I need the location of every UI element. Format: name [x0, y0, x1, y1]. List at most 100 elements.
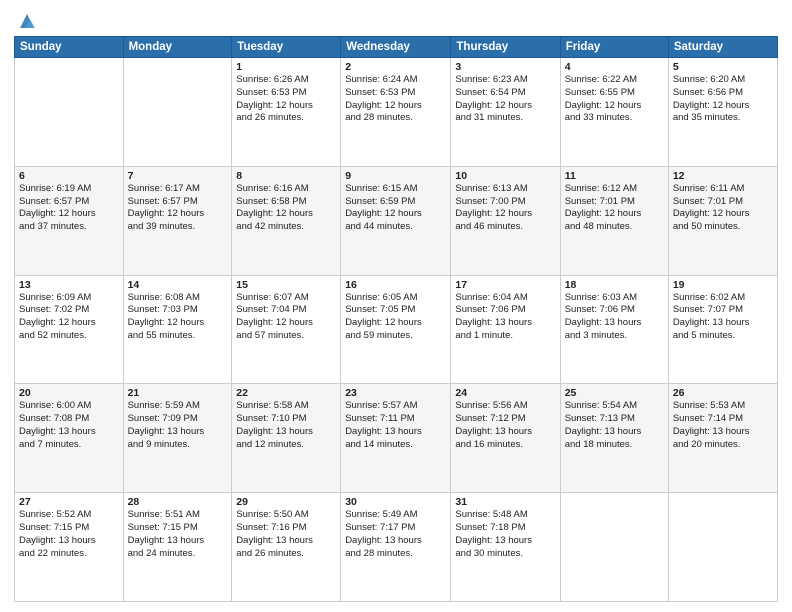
day-number: 15	[236, 279, 336, 291]
calendar-cell: 21Sunrise: 5:59 AMSunset: 7:09 PMDayligh…	[123, 384, 232, 493]
calendar-cell: 10Sunrise: 6:13 AMSunset: 7:00 PMDayligh…	[451, 166, 560, 275]
day-info-line: Daylight: 12 hours	[19, 317, 119, 330]
calendar-cell: 24Sunrise: 5:56 AMSunset: 7:12 PMDayligh…	[451, 384, 560, 493]
day-info-line: Daylight: 12 hours	[345, 317, 446, 330]
day-number: 28	[128, 496, 228, 508]
day-info-line: and 7 minutes.	[19, 439, 119, 452]
day-info-line: Sunset: 7:18 PM	[455, 522, 555, 535]
day-info-line: Sunset: 7:13 PM	[565, 413, 664, 426]
calendar-cell: 20Sunrise: 6:00 AMSunset: 7:08 PMDayligh…	[15, 384, 124, 493]
day-info-line: Sunset: 7:10 PM	[236, 413, 336, 426]
day-info-line: Sunset: 7:17 PM	[345, 522, 446, 535]
day-info-line: Daylight: 12 hours	[236, 317, 336, 330]
day-info-line: Sunrise: 6:22 AM	[565, 74, 664, 87]
day-number: 6	[19, 170, 119, 182]
day-info-line: Daylight: 13 hours	[345, 426, 446, 439]
day-info-line: Sunrise: 5:48 AM	[455, 509, 555, 522]
weekday-tuesday: Tuesday	[232, 37, 341, 58]
day-info-line: Daylight: 13 hours	[19, 426, 119, 439]
day-info-line: and 28 minutes.	[345, 548, 446, 561]
calendar-cell: 28Sunrise: 5:51 AMSunset: 7:15 PMDayligh…	[123, 493, 232, 602]
calendar-cell: 8Sunrise: 6:16 AMSunset: 6:58 PMDaylight…	[232, 166, 341, 275]
calendar-cell: 6Sunrise: 6:19 AMSunset: 6:57 PMDaylight…	[15, 166, 124, 275]
calendar-cell: 18Sunrise: 6:03 AMSunset: 7:06 PMDayligh…	[560, 275, 668, 384]
day-number: 8	[236, 170, 336, 182]
day-info-line: Sunrise: 6:26 AM	[236, 74, 336, 87]
day-info-line: Daylight: 12 hours	[565, 100, 664, 113]
day-info-line: Daylight: 13 hours	[128, 535, 228, 548]
day-number: 13	[19, 279, 119, 291]
header	[14, 10, 778, 32]
day-info-line: Sunrise: 6:20 AM	[673, 74, 773, 87]
day-info-line: Sunset: 7:06 PM	[565, 304, 664, 317]
week-row-2: 6Sunrise: 6:19 AMSunset: 6:57 PMDaylight…	[15, 166, 778, 275]
day-info-line: Daylight: 13 hours	[565, 317, 664, 330]
calendar-cell: 29Sunrise: 5:50 AMSunset: 7:16 PMDayligh…	[232, 493, 341, 602]
day-info-line: and 9 minutes.	[128, 439, 228, 452]
calendar-cell: 14Sunrise: 6:08 AMSunset: 7:03 PMDayligh…	[123, 275, 232, 384]
day-info-line: Sunrise: 6:00 AM	[19, 400, 119, 413]
day-info-line: Sunset: 7:01 PM	[565, 196, 664, 209]
day-info-line: and 55 minutes.	[128, 330, 228, 343]
day-info-line: and 14 minutes.	[345, 439, 446, 452]
weekday-sunday: Sunday	[15, 37, 124, 58]
day-info-line: Sunrise: 5:49 AM	[345, 509, 446, 522]
day-info-line: Daylight: 12 hours	[345, 208, 446, 221]
week-row-4: 20Sunrise: 6:00 AMSunset: 7:08 PMDayligh…	[15, 384, 778, 493]
day-info-line: Daylight: 12 hours	[128, 208, 228, 221]
day-info-line: Sunset: 6:56 PM	[673, 87, 773, 100]
day-number: 2	[345, 61, 446, 73]
calendar-table: SundayMondayTuesdayWednesdayThursdayFrid…	[14, 36, 778, 602]
day-info-line: Sunrise: 6:08 AM	[128, 292, 228, 305]
calendar-cell: 4Sunrise: 6:22 AMSunset: 6:55 PMDaylight…	[560, 58, 668, 167]
day-info-line: and 42 minutes.	[236, 221, 336, 234]
day-number: 5	[673, 61, 773, 73]
day-number: 18	[565, 279, 664, 291]
day-number: 29	[236, 496, 336, 508]
calendar-cell	[560, 493, 668, 602]
day-info-line: Sunset: 7:11 PM	[345, 413, 446, 426]
day-info-line: and 46 minutes.	[455, 221, 555, 234]
day-info-line: Sunrise: 5:51 AM	[128, 509, 228, 522]
calendar-cell	[123, 58, 232, 167]
day-info-line: Sunset: 7:06 PM	[455, 304, 555, 317]
calendar-cell: 1Sunrise: 6:26 AMSunset: 6:53 PMDaylight…	[232, 58, 341, 167]
day-number: 4	[565, 61, 664, 73]
day-info-line: Sunset: 6:57 PM	[128, 196, 228, 209]
day-info-line: Sunrise: 5:59 AM	[128, 400, 228, 413]
day-info-line: Daylight: 12 hours	[673, 100, 773, 113]
calendar-cell: 5Sunrise: 6:20 AMSunset: 6:56 PMDaylight…	[668, 58, 777, 167]
day-info-line: Daylight: 12 hours	[673, 208, 773, 221]
day-info-line: Daylight: 12 hours	[128, 317, 228, 330]
day-info-line: Sunrise: 6:13 AM	[455, 183, 555, 196]
day-info-line: Sunrise: 6:19 AM	[19, 183, 119, 196]
day-info-line: Sunset: 6:55 PM	[565, 87, 664, 100]
day-number: 27	[19, 496, 119, 508]
day-info-line: Sunset: 6:54 PM	[455, 87, 555, 100]
day-info-line: Sunrise: 6:09 AM	[19, 292, 119, 305]
week-row-5: 27Sunrise: 5:52 AM Sunset: 7:15 PMDayligh…	[15, 493, 778, 602]
calendar-cell: 16Sunrise: 6:05 AMSunset: 7:05 PMDayligh…	[341, 275, 451, 384]
day-number: 22	[236, 387, 336, 399]
day-number: 30	[345, 496, 446, 508]
day-info-line: Sunrise: 5:52 AM	[19, 509, 119, 522]
day-info-line: Sunrise: 6:17 AM	[128, 183, 228, 196]
day-info-line: Daylight: 13 hours	[455, 426, 555, 439]
day-info-line: Sunset: 7:15 PM	[128, 522, 228, 535]
weekday-friday: Friday	[560, 37, 668, 58]
day-info-line: and 37 minutes.	[19, 221, 119, 234]
day-info-line: Sunset: 7:09 PM	[128, 413, 228, 426]
day-info-line: and 1 minute.	[455, 330, 555, 343]
day-info-line: Daylight: 13 hours	[455, 317, 555, 330]
day-info-line: Sunrise: 6:04 AM	[455, 292, 555, 305]
day-info-line: Sunset: 7:05 PM	[345, 304, 446, 317]
calendar-cell: 27Sunrise: 5:52 AMSunset: 7:15 PMDayligh…	[15, 493, 124, 602]
calendar-cell: 25Sunrise: 5:54 AMSunset: 7:13 PMDayligh…	[560, 384, 668, 493]
day-info-line: Sunrise: 6:16 AM	[236, 183, 336, 196]
day-number: 23	[345, 387, 446, 399]
calendar-cell: 9Sunrise: 6:15 AMSunset: 6:59 PMDaylight…	[341, 166, 451, 275]
day-number: 1	[236, 61, 336, 73]
day-info-line: and 18 minutes.	[565, 439, 664, 452]
calendar-cell: 11Sunrise: 6:12 AMSunset: 7:01 PMDayligh…	[560, 166, 668, 275]
day-info-line: Sunrise: 5:50 AM	[236, 509, 336, 522]
